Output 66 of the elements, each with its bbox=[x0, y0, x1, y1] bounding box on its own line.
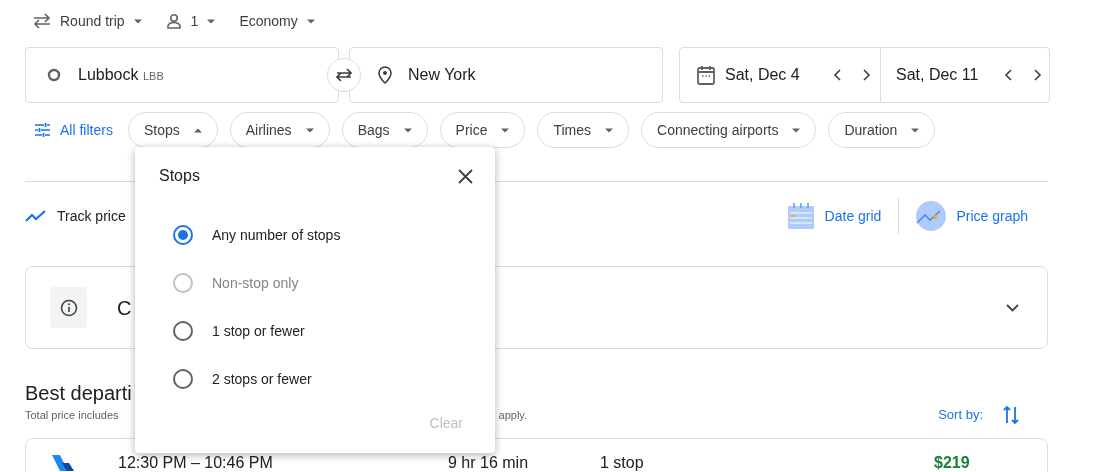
stops-option[interactable]: Any number of stops bbox=[135, 211, 495, 259]
origin-field[interactable]: Lubbock LBB bbox=[25, 47, 339, 103]
chevron-right-icon bbox=[1034, 69, 1042, 81]
flight-duration: 9 hr 16 min bbox=[448, 455, 530, 470]
filter-chip[interactable]: Duration bbox=[828, 112, 936, 148]
filter-chip[interactable]: Stops bbox=[127, 112, 218, 148]
filter-chip[interactable]: Connecting airports bbox=[641, 112, 817, 148]
info-icon bbox=[59, 298, 78, 317]
date-grid-button[interactable]: Date grid bbox=[786, 202, 882, 230]
filter-chip[interactable]: Price bbox=[439, 112, 526, 148]
swap-arrows-icon bbox=[335, 68, 353, 82]
price-note: apply. bbox=[498, 407, 528, 423]
swap-button[interactable] bbox=[327, 58, 361, 92]
all-filters-button[interactable]: All filters bbox=[35, 119, 116, 141]
filter-sliders-icon bbox=[35, 123, 50, 137]
clear-button: Clear bbox=[429, 413, 463, 434]
sort-arrows-icon bbox=[1003, 405, 1019, 425]
radio-button[interactable] bbox=[173, 225, 193, 245]
caret-icon bbox=[193, 127, 202, 133]
person-icon bbox=[165, 13, 182, 29]
dates-field[interactable]: Sat, Dec 4 Sat, Dec 11 bbox=[679, 47, 1050, 103]
results-heading: Best departi bbox=[25, 381, 132, 404]
flight-price: $219 bbox=[934, 455, 970, 470]
popup-title: Stops bbox=[159, 166, 200, 186]
trip-option-dropdown[interactable]: 1 bbox=[165, 10, 216, 32]
radio-button[interactable] bbox=[173, 321, 193, 341]
sort-button[interactable]: Sort by: bbox=[938, 405, 1019, 425]
caret-icon bbox=[133, 18, 142, 24]
caret-icon bbox=[501, 127, 510, 133]
swap-arrows-icon bbox=[33, 13, 51, 29]
destination-field[interactable]: New York bbox=[349, 47, 663, 103]
caret-icon bbox=[605, 127, 614, 133]
stops-option[interactable]: 2 stops or fewer bbox=[135, 355, 495, 403]
price-note: Total price includes bbox=[25, 407, 119, 423]
calendar-grid-icon bbox=[786, 202, 815, 230]
chevron-left-icon bbox=[833, 69, 841, 81]
radio-button[interactable] bbox=[173, 369, 193, 389]
caret-icon bbox=[306, 18, 315, 24]
filter-chip[interactable]: Bags bbox=[341, 112, 428, 148]
caret-icon bbox=[403, 127, 412, 133]
trend-line-icon bbox=[25, 210, 47, 222]
line-graph-icon bbox=[916, 201, 947, 231]
info-card-title: C bbox=[117, 295, 132, 321]
filter-chip[interactable]: Times bbox=[537, 112, 630, 148]
caret-icon bbox=[911, 127, 920, 133]
caret-icon bbox=[792, 127, 801, 133]
airline-logo-icon bbox=[52, 455, 74, 471]
close-button[interactable] bbox=[455, 166, 475, 186]
circle-icon bbox=[47, 68, 61, 82]
chevron-right-icon bbox=[863, 69, 871, 81]
filter-chip[interactable]: Airlines bbox=[229, 112, 330, 148]
calendar-icon bbox=[697, 65, 715, 85]
flight-stops: 1 stop bbox=[600, 455, 645, 470]
caret-icon bbox=[305, 127, 314, 133]
caret-icon bbox=[207, 18, 216, 24]
price-graph-button[interactable]: Price graph bbox=[916, 201, 1028, 231]
chevron-down-icon bbox=[1006, 303, 1019, 312]
trip-option-dropdown[interactable]: Economy bbox=[239, 10, 315, 32]
trip-option-dropdown[interactable]: Round trip bbox=[33, 10, 142, 32]
location-pin-icon bbox=[378, 66, 392, 84]
date-text: Sat, Dec 11 bbox=[896, 65, 980, 85]
flight-times: 12:30 PM – 10:46 PM bbox=[118, 455, 274, 470]
track-prices-toggle[interactable]: Track price bbox=[25, 205, 126, 227]
close-icon bbox=[457, 168, 473, 184]
chevron-left-icon bbox=[1004, 69, 1012, 81]
date-text: Sat, Dec 4 bbox=[725, 65, 801, 85]
